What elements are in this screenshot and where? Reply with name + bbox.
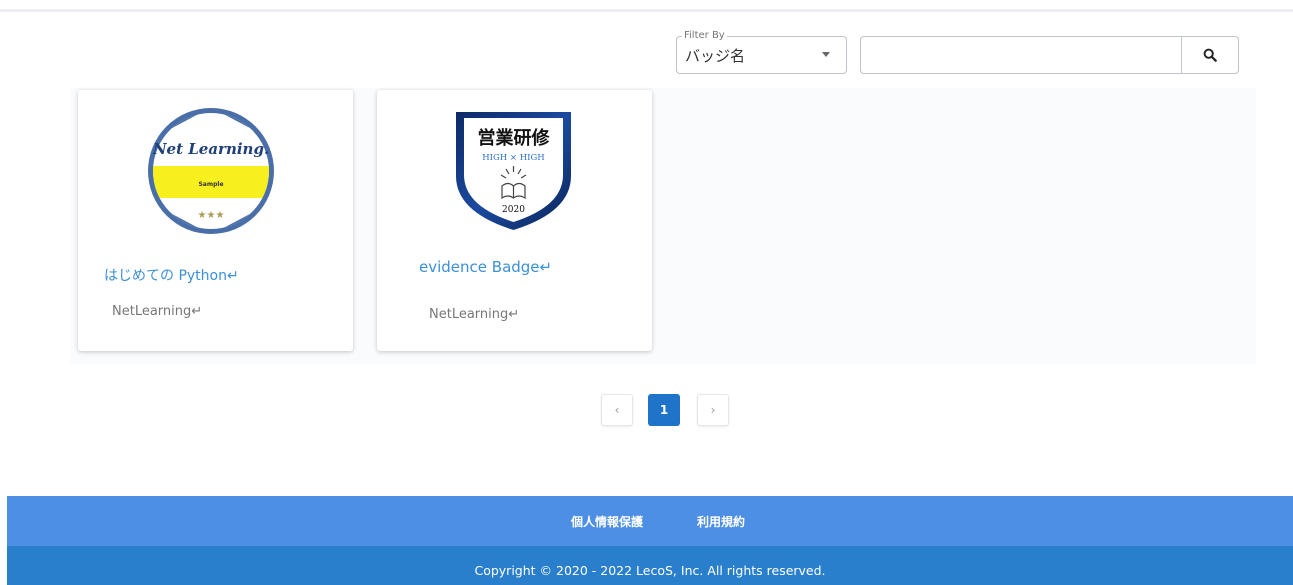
card-issuer: NetLearning↵ [112,304,203,319]
badge-band-text: Sample [198,181,223,188]
evidence-shield-badge-image: 営業研修 HIGH × HIGH 2020 [456,112,571,230]
search-input[interactable] [860,36,1182,74]
search-button[interactable] [1181,36,1239,74]
caret-down-icon [822,52,830,57]
badge-card[interactable]: 営業研修 HIGH × HIGH 2020 evidence Badge↵ Ne… [377,90,652,351]
badge-card[interactable]: Net Learning. Sample ★★★ はじめての Python↵ N… [78,90,353,351]
card-issuer: NetLearning↵ [429,307,520,322]
filter-by-label: Filter By [682,30,727,42]
pagination-prev-button[interactable]: ‹ [601,394,633,426]
pagination-next-button[interactable]: › [697,394,729,426]
card-title[interactable]: evidence Badge↵ [419,258,552,276]
footer-copyright: Copyright © 2020 - 2022 LecoS, Inc. All … [7,546,1293,585]
footer-privacy-link[interactable]: 個人情報保護 [571,513,643,530]
filter-by-value: バッジ名 [685,47,746,65]
badge-stars: ★★★ [198,210,225,221]
badge-heading: 営業研修 [478,127,551,149]
chevron-left-icon: ‹ [614,403,620,417]
chevron-right-icon: › [710,403,716,417]
netlearning-sample-badge-image: Net Learning. Sample ★★★ [148,108,274,234]
badge-logo-text: Net Learning. [152,140,269,158]
footer-terms-link[interactable]: 利用規約 [697,513,745,530]
filter-by-select[interactable]: Filter By バッジ名 [676,30,847,74]
pagination-page-button[interactable]: 1 [648,394,680,426]
footer-links-bar: 個人情報保護 利用規約 [7,496,1293,546]
top-strip [0,0,1293,12]
search-icon [1203,48,1217,62]
card-title[interactable]: はじめての Python↵ [104,265,239,285]
badge-subheading: HIGH × HIGH [482,153,544,163]
badge-year: 2020 [502,205,525,215]
